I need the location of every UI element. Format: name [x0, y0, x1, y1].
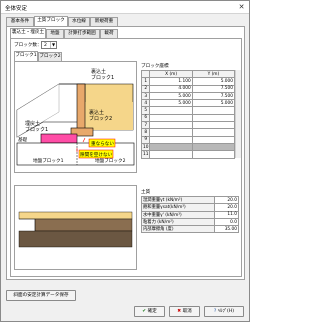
check-icon: ✔ [142, 309, 147, 314]
table-row[interactable]: 飽和重量γsat(kN/m³) 20.0 [141, 203, 240, 212]
table-row[interactable]: 水中重量γ' (kN/m³) 11.0 [141, 210, 240, 219]
label-backfill-block2: 裏込土 [89, 109, 104, 116]
sub-tab-panel: ブロック数： 2 ▼ ブロック1 ブロック2 裏込土 ブロック1 裏込土 ブロッ… [10, 38, 242, 277]
table-row[interactable]: 3 5.000 7.500 [140, 91, 236, 101]
tab-block-1[interactable]: ブロック1 [14, 51, 38, 61]
coords-table: X (m) Y (m) 1 1.100 5.000 2 4.000 7.500 3 5.0… [140, 69, 236, 159]
table-row[interactable]: 内部摩擦角 (度) 35.00 [141, 225, 240, 234]
block-diagram-svg: 裏込土 ブロック1 裏込土 ブロック2 埋戻土 ブロック1 基礎 重ならない 隙… [16, 68, 135, 166]
header-x: X (m) [149, 69, 193, 79]
block-tabbar: ブロック1 ブロック2 [14, 51, 74, 61]
close-icon[interactable]: ✕ [237, 3, 246, 11]
help-icon: ? [213, 309, 217, 314]
label-backfill-block1: 裏込土 [91, 68, 106, 75]
table-header-row: X (m) Y (m) [140, 69, 236, 79]
soil-table: 湿潤重量γt (kN/m³) 20.0 飽和重量γsat(kN/m³) 20.0 水… [141, 195, 240, 234]
subtab-load[interactable]: 載荷 [100, 29, 118, 38]
table-row[interactable]: 4 5.000 5.000 [140, 99, 236, 108]
tab-soil-blocks[interactable]: 土質ブロック [34, 16, 68, 26]
subtab-calc-range[interactable]: 計算打歩範囲 [64, 29, 100, 38]
label-ground-block2: 地盤ブロック2 [95, 157, 126, 164]
soil-title: 土質 [141, 190, 151, 195]
label-refill-block1: 埋戻土 [25, 120, 40, 127]
label-base: 基礎 [18, 136, 27, 143]
svg-text:ブロック1: ブロック1 [91, 74, 114, 81]
svg-text:ブロック2: ブロック2 [89, 115, 112, 122]
table-row[interactable]: 9 [140, 135, 236, 144]
help-button[interactable]: ? ﾍﾙﾌﾟ(H) [204, 306, 244, 317]
coords-title: ブロック座標 [141, 64, 169, 69]
sub-tabbar: 裏込土・埋戻土 地盤 計算打歩範囲 載荷 [10, 28, 240, 38]
label-no-overlap: 重ならない [91, 140, 114, 147]
table-row[interactable]: 湿潤重量γt (kN/m³) 20.0 [141, 195, 240, 205]
table-row[interactable]: 1 1.100 5.000 [140, 77, 236, 86]
header-y: Y (m) [191, 69, 236, 79]
table-row[interactable]: 粘着力 (kN/m²) 0.0 [141, 217, 240, 227]
cancel-button[interactable]: ✖ 取消 [169, 306, 200, 317]
tab-block-2[interactable]: ブロック2 [38, 52, 62, 61]
table-row[interactable]: 10 [140, 142, 236, 152]
table-row[interactable]: 6 [140, 113, 236, 123]
tab-water-level[interactable]: 水位線 [68, 17, 90, 26]
block-count-label: ブロック数： [14, 43, 42, 48]
cross-icon: ✖ [177, 309, 182, 314]
subtab-backfill[interactable]: 裏込土・埋戻土 [10, 28, 46, 38]
soil-diagram-svg [18, 211, 133, 248]
table-row[interactable]: 5 [140, 106, 236, 115]
table-row[interactable]: 2 4.000 7.500 [140, 84, 236, 93]
svg-text:ブロック1: ブロック1 [25, 126, 48, 133]
soil-diagram [14, 185, 137, 270]
dialog-window: 全体安定 ✕ 基本条件 土質ブロック 水位線 新規荷重 裏込土・埋戻土 地盤 計… [0, 0, 250, 322]
block-diagram: 裏込土 ブロック1 裏込土 ブロック2 埋戻土 ブロック1 基礎 重ならない 隙… [14, 61, 137, 173]
main-tabbar: 基本条件 土質ブロック 水位線 新規荷重 [6, 16, 246, 26]
chevron-down-icon: ▼ [50, 42, 56, 48]
ok-button[interactable]: ✔ 確定 [134, 306, 165, 317]
subtab-ground[interactable]: 地盤 [46, 29, 64, 38]
tab-basic-conditions[interactable]: 基本条件 [6, 17, 34, 26]
table-row[interactable]: 11 [140, 150, 236, 159]
coords-scrollbar[interactable] [235, 70, 241, 158]
table-row[interactable]: 7 [140, 121, 236, 130]
main-tab-panel: 裏込土・埋戻土 地盤 計算打歩範囲 載荷 ブロック数： 2 ▼ ブロック1 ブロ… [6, 26, 245, 280]
title-bar: 全体安定 ✕ [1, 1, 249, 14]
table-row[interactable]: 8 [140, 128, 236, 137]
label-ground-block1: 地盤ブロック1 [33, 157, 64, 164]
label-no-gap: 隙間を空けない [80, 151, 113, 158]
tab-new-load[interactable]: 新規荷重 [90, 17, 118, 26]
window-title: 全体安定 [5, 6, 28, 12]
save-calc-data-button[interactable]: 斜面の安定計算データ保存 [6, 290, 76, 301]
block-count-select[interactable]: 2 ▼ [41, 41, 57, 49]
